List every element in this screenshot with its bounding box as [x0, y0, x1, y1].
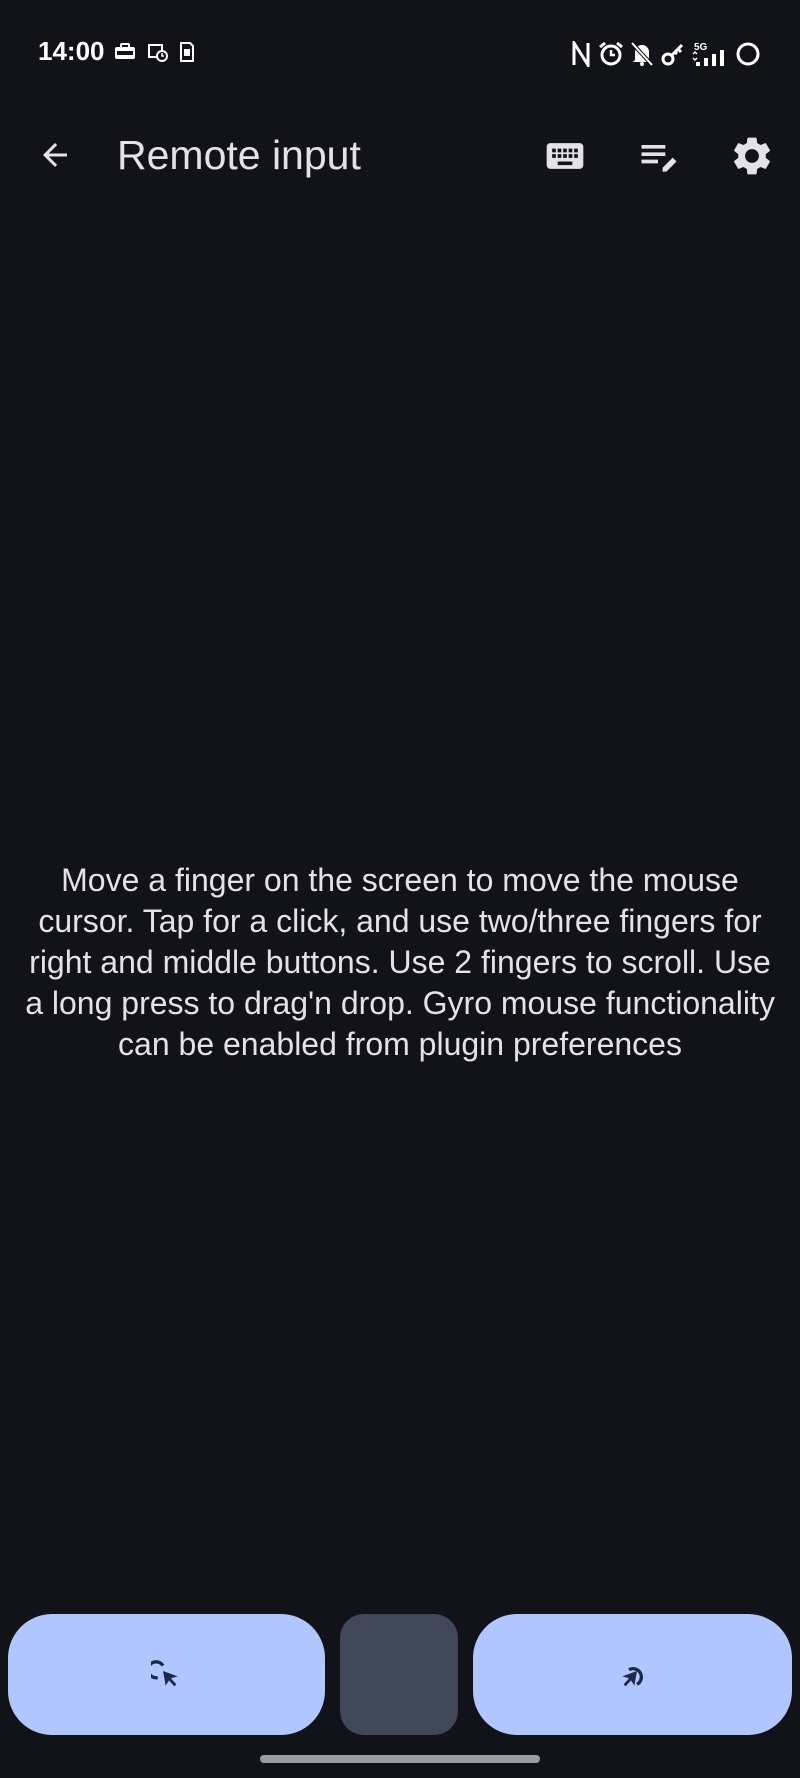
signal-5g-icon: 5G [692, 40, 728, 68]
edit-list-button[interactable] [630, 128, 686, 184]
nfc-icon [570, 41, 592, 67]
settings-icon [734, 137, 770, 175]
page-title: Remote input [117, 132, 361, 178]
back-button[interactable] [30, 130, 80, 180]
status-right-icons: 5G [570, 40, 762, 68]
left-click-button[interactable] [8, 1614, 325, 1735]
top-app-bar: Remote input [0, 110, 800, 202]
battery-ring-icon [734, 40, 762, 68]
keyboard-button[interactable] [537, 128, 593, 184]
middle-click-button[interactable] [340, 1614, 458, 1735]
sim-icon [180, 42, 194, 62]
calendar-clock-icon [148, 42, 168, 62]
svg-text:5G: 5G [694, 42, 708, 53]
status-time: 14:00 [38, 36, 105, 66]
key-icon [660, 41, 686, 67]
keyboard-icon [546, 143, 584, 169]
gesture-nav-handle[interactable] [260, 1755, 540, 1763]
left-click-icon [150, 1659, 178, 1686]
right-click-icon [621, 1666, 643, 1686]
settings-button[interactable] [724, 128, 780, 184]
edit-list-icon [641, 145, 677, 172]
arrow-back-icon [43, 143, 67, 167]
bell-off-icon [630, 41, 654, 67]
status-left-icons [114, 42, 194, 62]
instructions-text: Move a finger on the screen to move the … [25, 862, 775, 1062]
right-click-button[interactable] [473, 1614, 792, 1735]
cmhg-icon [114, 43, 136, 61]
status-bar: 14:00 5G [0, 0, 800, 108]
alarm-icon [598, 41, 624, 67]
